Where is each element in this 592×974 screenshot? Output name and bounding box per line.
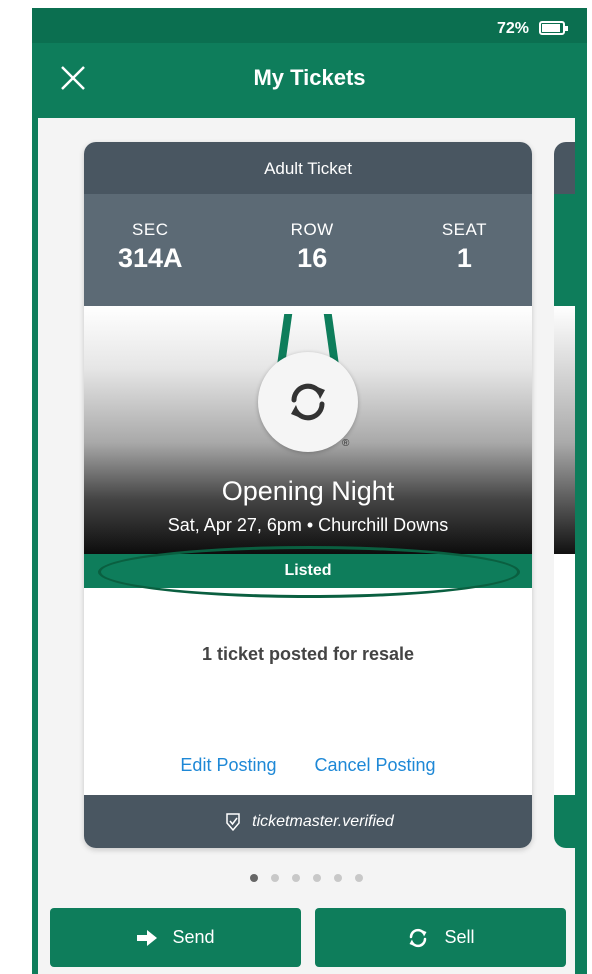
highlight-ellipse <box>98 546 520 598</box>
row-column: ROW 16 <box>291 220 334 306</box>
app-frame: 72% My Tickets Adult Ticket SEC 314A ROW… <box>32 8 587 974</box>
section-label: SEC <box>132 220 169 239</box>
event-details: Sat, Apr 27, 6pm • Churchill Downs <box>167 515 449 535</box>
event-image: ® Opening Night Sat, Apr 27, 6pm • Churc… <box>84 306 532 554</box>
seat-info: SEC 314A ROW 16 SEAT 1 <box>84 194 532 306</box>
battery-icon <box>539 21 568 35</box>
row-label: ROW <box>290 220 334 239</box>
posting-actions: Edit Posting Cancel Posting <box>84 755 532 776</box>
page-dot[interactable] <box>271 874 279 882</box>
next-ticket-card[interactable] <box>554 142 575 848</box>
ticket-card[interactable]: Adult Ticket SEC 314A ROW 16 SEAT 1 ® Op… <box>84 142 532 848</box>
listing-status-bar: Listed <box>84 546 532 598</box>
page-dot[interactable] <box>313 874 321 882</box>
page-title: My Tickets <box>253 65 366 90</box>
refresh-button[interactable] <box>258 352 358 452</box>
page-dot[interactable] <box>292 874 300 882</box>
refresh-icon <box>291 383 325 421</box>
send-label: Send <box>172 927 215 947</box>
sync-icon <box>409 928 427 947</box>
seat-value: 1 <box>456 243 472 273</box>
page-dot[interactable] <box>355 874 363 882</box>
verified-label: ticketmaster.verified <box>252 812 394 830</box>
send-button[interactable]: Send <box>50 908 301 967</box>
registered-mark: ® <box>342 438 350 449</box>
verified-badge-icon <box>226 812 240 831</box>
arrow-right-icon <box>137 929 158 946</box>
sell-button[interactable]: Sell <box>315 908 566 967</box>
event-name: Opening Night <box>221 476 395 506</box>
seat-column: SEAT 1 <box>442 220 487 306</box>
nav-bar: My Tickets <box>32 43 587 118</box>
page-indicator <box>38 874 575 882</box>
cancel-posting-link[interactable]: Cancel Posting <box>314 755 435 776</box>
page-dot[interactable] <box>250 874 258 882</box>
status-bar: 72% <box>32 8 587 43</box>
section-column: SEC 314A <box>118 220 183 306</box>
sell-label: Sell <box>444 927 475 947</box>
section-value: 314A <box>118 243 183 273</box>
seat-label: SEAT <box>441 220 487 239</box>
row-value: 16 <box>297 243 328 273</box>
verified-footer: ticketmaster.verified <box>84 795 532 848</box>
page-dot[interactable] <box>334 874 342 882</box>
ticket-type: Adult Ticket <box>84 142 532 194</box>
tickets-content: Adult Ticket SEC 314A ROW 16 SEAT 1 ® Op… <box>38 118 575 974</box>
resale-message: 1 ticket posted for resale <box>201 644 415 664</box>
battery-percentage: 72% <box>496 20 529 37</box>
edit-posting-link[interactable]: Edit Posting <box>180 755 276 776</box>
